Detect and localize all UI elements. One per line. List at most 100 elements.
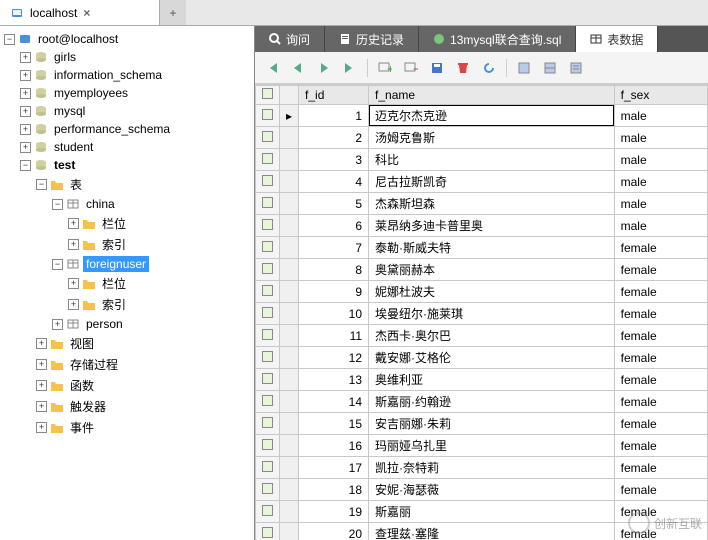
table-row[interactable]: 11杰西卡·奥尔巴female	[256, 325, 708, 347]
cell-id[interactable]: 5	[299, 193, 369, 215]
cell-id[interactable]: 13	[299, 369, 369, 391]
row-handle[interactable]	[280, 281, 299, 303]
tree-db-test[interactable]: − test	[0, 156, 254, 174]
cell-name[interactable]: 斯嘉丽	[369, 501, 615, 523]
row-handle[interactable]	[280, 347, 299, 369]
cell-id[interactable]: 6	[299, 215, 369, 237]
cell-name[interactable]: 迈克尔杰克逊	[369, 105, 615, 127]
cell-id[interactable]: 11	[299, 325, 369, 347]
cell-id[interactable]: 10	[299, 303, 369, 325]
expand-icon[interactable]: +	[68, 218, 79, 229]
tree-db[interactable]: +girls	[0, 48, 254, 66]
table-row[interactable]: 17凯拉·奈特莉female	[256, 457, 708, 479]
row-handle[interactable]	[280, 457, 299, 479]
tree-folder[interactable]: +事件	[0, 417, 254, 438]
row-checkbox[interactable]	[256, 479, 280, 501]
row-checkbox[interactable]	[256, 237, 280, 259]
cell-sex[interactable]: male	[614, 193, 707, 215]
table-row[interactable]: 10埃曼纽尔·施莱琪female	[256, 303, 708, 325]
tree-table-china[interactable]: − china	[0, 195, 254, 213]
cell-name[interactable]: 妮娜杜波夫	[369, 281, 615, 303]
cell-sex[interactable]: male	[614, 171, 707, 193]
row-handle[interactable]	[280, 391, 299, 413]
row-checkbox[interactable]	[256, 347, 280, 369]
cell-name[interactable]: 泰勒·斯威夫特	[369, 237, 615, 259]
cell-id[interactable]: 12	[299, 347, 369, 369]
data-grid[interactable]: f_id f_name f_sex ▸1迈克尔杰克逊male2汤姆克鲁斯male…	[255, 84, 708, 540]
expand-icon[interactable]: +	[68, 299, 79, 310]
cell-sex[interactable]: male	[614, 149, 707, 171]
cell-id[interactable]: 14	[299, 391, 369, 413]
cell-sex[interactable]: female	[614, 303, 707, 325]
cell-id[interactable]: 18	[299, 479, 369, 501]
row-handle[interactable]	[280, 171, 299, 193]
cell-sex[interactable]: female	[614, 347, 707, 369]
cell-id[interactable]: 16	[299, 435, 369, 457]
cell-sex[interactable]: female	[614, 435, 707, 457]
table-row[interactable]: 16玛丽娅乌扎里female	[256, 435, 708, 457]
tree-folder-indexes[interactable]: + 索引	[0, 294, 254, 315]
cell-id[interactable]: 20	[299, 523, 369, 540]
cell-sex[interactable]: male	[614, 127, 707, 149]
row-checkbox[interactable]	[256, 105, 280, 127]
row-handle[interactable]	[280, 369, 299, 391]
table-row[interactable]: ▸1迈克尔杰克逊male	[256, 105, 708, 127]
expand-icon[interactable]: +	[36, 401, 47, 412]
table-row[interactable]: 5杰森斯坦森male	[256, 193, 708, 215]
row-handle[interactable]	[280, 479, 299, 501]
expand-icon[interactable]: +	[20, 142, 31, 153]
row-handle[interactable]	[280, 523, 299, 540]
row-checkbox[interactable]	[256, 259, 280, 281]
table-row[interactable]: 9妮娜杜波夫female	[256, 281, 708, 303]
cell-sex[interactable]: female	[614, 391, 707, 413]
cell-name[interactable]: 科比	[369, 149, 615, 171]
cell-name[interactable]: 汤姆克鲁斯	[369, 127, 615, 149]
row-checkbox[interactable]	[256, 325, 280, 347]
tree-folder[interactable]: +函数	[0, 375, 254, 396]
add-record-button[interactable]: +	[374, 57, 396, 79]
table-row[interactable]: 14斯嘉丽·约翰逊female	[256, 391, 708, 413]
table-row[interactable]: 6莱昂纳多迪卡普里奥male	[256, 215, 708, 237]
cell-sex[interactable]: female	[614, 325, 707, 347]
cell-name[interactable]: 玛丽娅乌扎里	[369, 435, 615, 457]
col-header-id[interactable]: f_id	[299, 86, 369, 105]
collapse-icon[interactable]: −	[36, 179, 47, 190]
cell-name[interactable]: 尼古拉斯凯奇	[369, 171, 615, 193]
first-record-button[interactable]	[261, 57, 283, 79]
tree-db[interactable]: +information_schema	[0, 66, 254, 84]
row-handle[interactable]	[280, 193, 299, 215]
tree-folder[interactable]: +触发器	[0, 396, 254, 417]
tree-folder-tables[interactable]: − 表	[0, 174, 254, 195]
cell-name[interactable]: 奥黛丽赫本	[369, 259, 615, 281]
row-checkbox[interactable]	[256, 193, 280, 215]
cell-name[interactable]: 莱昂纳多迪卡普里奥	[369, 215, 615, 237]
tree-root[interactable]: − root@localhost	[0, 30, 254, 48]
tree-table-person[interactable]: + person	[0, 315, 254, 333]
expand-icon[interactable]: +	[20, 70, 31, 81]
collapse-icon[interactable]: −	[52, 199, 63, 210]
cell-sex[interactable]: female	[614, 237, 707, 259]
row-checkbox[interactable]	[256, 215, 280, 237]
cell-id[interactable]: 17	[299, 457, 369, 479]
row-checkbox[interactable]	[256, 171, 280, 193]
row-handle[interactable]	[280, 149, 299, 171]
row-checkbox[interactable]	[256, 457, 280, 479]
tree-db[interactable]: +performance_schema	[0, 120, 254, 138]
tab-query[interactable]: 询问	[255, 26, 325, 52]
prev-record-button[interactable]	[287, 57, 309, 79]
table-row[interactable]: 18安妮·海瑟薇female	[256, 479, 708, 501]
view-grid-button[interactable]	[513, 57, 535, 79]
collapse-icon[interactable]: −	[4, 34, 15, 45]
row-checkbox[interactable]	[256, 391, 280, 413]
view-text-button[interactable]	[565, 57, 587, 79]
cell-id[interactable]: 19	[299, 501, 369, 523]
table-row[interactable]: 3科比male	[256, 149, 708, 171]
cell-id[interactable]: 1	[299, 105, 369, 127]
row-handle[interactable]	[280, 303, 299, 325]
table-row[interactable]: 12戴安娜·艾格伦female	[256, 347, 708, 369]
row-handle[interactable]	[280, 501, 299, 523]
cell-sex[interactable]: female	[614, 281, 707, 303]
window-tab-localhost[interactable]: localhost ×	[0, 0, 160, 25]
row-checkbox[interactable]	[256, 523, 280, 540]
table-row[interactable]: 8奥黛丽赫本female	[256, 259, 708, 281]
